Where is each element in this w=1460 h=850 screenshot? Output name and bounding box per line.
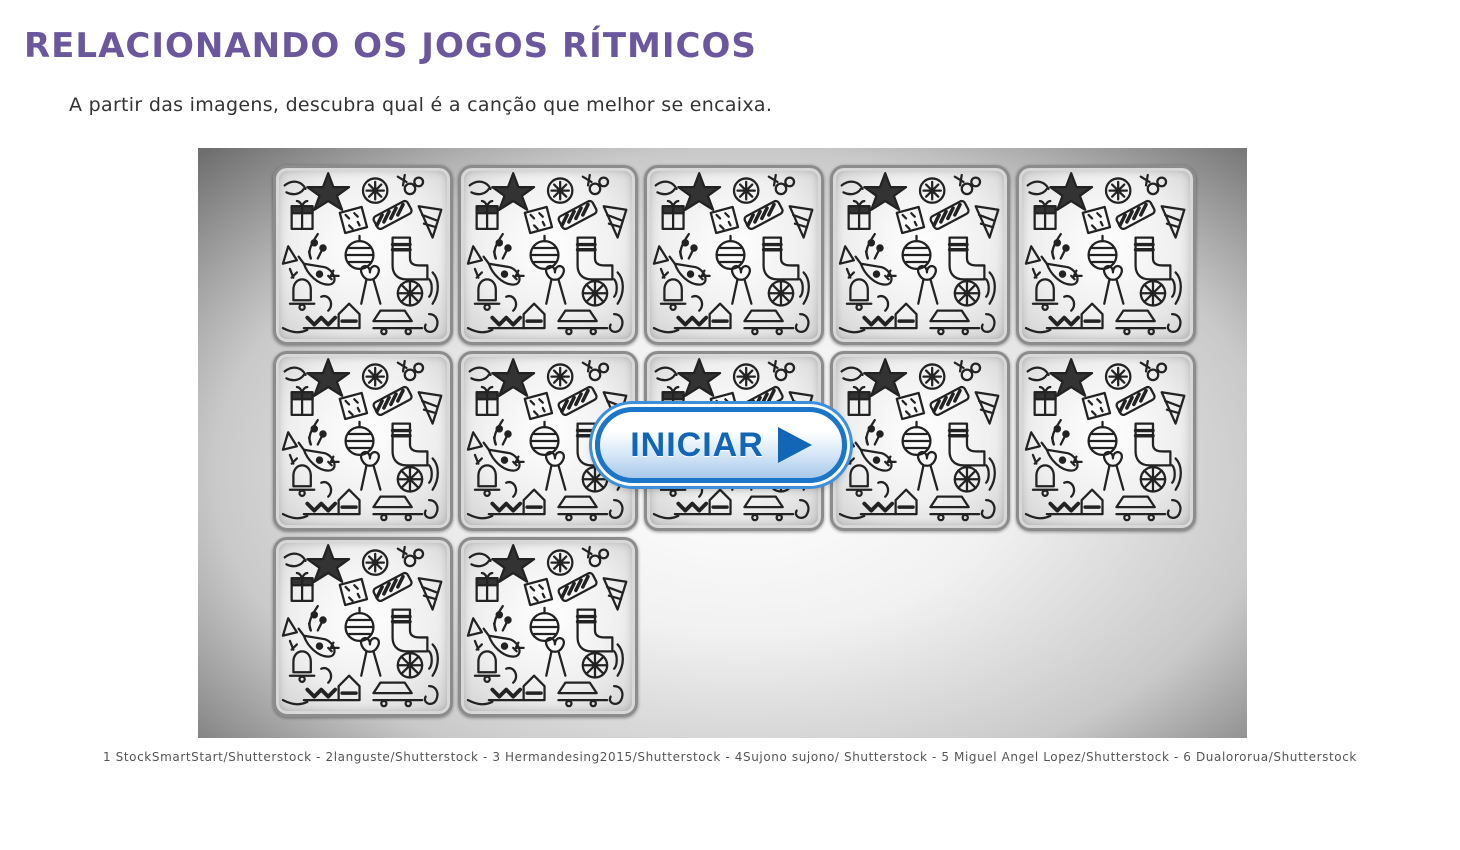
start-button-label: INICIAR [630,425,764,464]
memory-card-10[interactable] [1016,351,1196,531]
christmas-pattern-icon [652,172,814,336]
memory-card-2[interactable] [458,165,638,345]
christmas-pattern-icon [838,358,1000,522]
image-credits: 1 StockSmartStart/Shutterstock - 2langus… [103,750,1357,764]
christmas-pattern-icon [1024,172,1186,336]
instruction-text: A partir das imagens, descubra qual é a … [69,94,773,116]
play-icon [777,427,812,463]
memory-card-11[interactable] [273,537,453,717]
start-button[interactable]: INICIAR [595,407,847,483]
memory-card-9[interactable] [830,351,1010,531]
christmas-pattern-icon [838,172,1000,336]
christmas-pattern-icon [466,172,628,336]
christmas-pattern-icon [281,172,443,336]
christmas-pattern-icon [281,358,443,522]
memory-card-3[interactable] [644,165,824,345]
page-title: RELACIONANDO OS JOGOS RÍTMICOS [24,26,757,66]
memory-game-stage: INICIAR [198,148,1247,738]
christmas-pattern-icon [466,544,628,708]
memory-card-4[interactable] [830,165,1010,345]
christmas-pattern-icon [281,544,443,708]
memory-card-5[interactable] [1016,165,1196,345]
memory-card-6[interactable] [273,351,453,531]
memory-card-12[interactable] [458,537,638,717]
christmas-pattern-icon [1024,358,1186,522]
memory-card-1[interactable] [273,165,453,345]
